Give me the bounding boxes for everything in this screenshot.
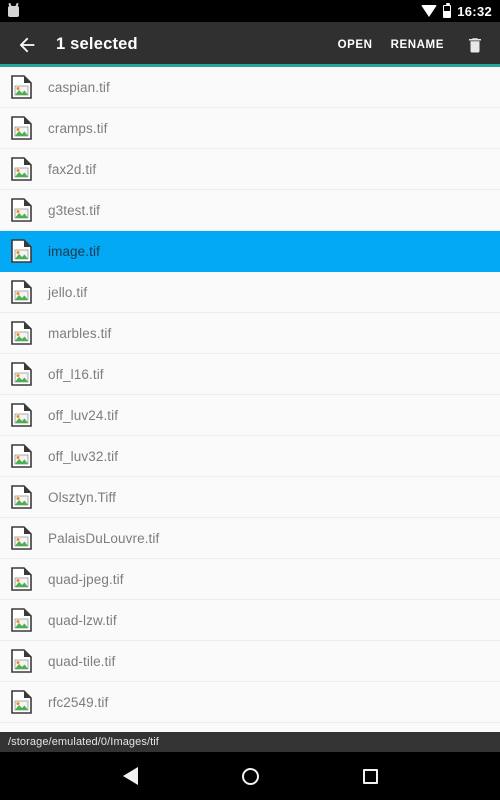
status-bar-right: 16:32 xyxy=(421,2,492,19)
file-list[interactable]: caspian.tif cramps.tif fax2d.tif g3test.tif… xyxy=(0,67,500,732)
back-button[interactable] xyxy=(12,30,42,60)
file-name-label: cramps.tif xyxy=(48,120,108,136)
file-list-item[interactable]: rfc2549.tif xyxy=(0,682,500,723)
file-list-item[interactable]: off_luv32.tif xyxy=(0,436,500,477)
image-file-icon xyxy=(11,239,32,263)
status-bar-clock: 16:32 xyxy=(457,3,492,19)
back-arrow-icon xyxy=(19,37,35,52)
file-list-item[interactable]: marbles.tif xyxy=(0,313,500,354)
file-name-label: rfc2549.tif xyxy=(48,694,109,710)
nav-home-icon xyxy=(241,767,259,785)
current-path-text: /storage/emulated/0/Images/tif xyxy=(8,736,159,748)
file-name-label: caspian.tif xyxy=(48,79,110,95)
status-bar-left xyxy=(8,5,421,17)
rename-button[interactable]: RENAME xyxy=(387,33,448,57)
action-mode-toolbar: 1 selected OPEN RENAME xyxy=(0,22,500,67)
delete-button[interactable] xyxy=(460,30,490,60)
file-list-item[interactable]: quad-tile.tif xyxy=(0,641,500,682)
file-name-label: off_l16.tif xyxy=(48,366,104,382)
file-list-item[interactable]: off_l16.tif xyxy=(0,354,500,395)
file-name-label: jello.tif xyxy=(48,284,88,300)
image-file-icon xyxy=(11,485,32,509)
file-list-item[interactable]: fax2d.tif xyxy=(0,149,500,190)
nav-home-button[interactable] xyxy=(232,758,268,794)
image-file-icon xyxy=(11,362,32,386)
image-file-icon xyxy=(11,280,32,304)
notification-icon xyxy=(8,5,19,17)
file-list-item[interactable]: quad-lzw.tif xyxy=(0,600,500,641)
image-file-icon xyxy=(11,444,32,468)
nav-recents-icon xyxy=(362,768,378,784)
file-list-item[interactable]: cramps.tif xyxy=(0,108,500,149)
status-bar: 16:32 xyxy=(0,0,500,22)
current-path-bar: /storage/emulated/0/Images/tif xyxy=(0,732,500,752)
image-file-icon xyxy=(11,649,32,673)
wifi-icon xyxy=(421,5,438,17)
image-file-icon xyxy=(11,75,32,99)
file-name-label: off_luv32.tif xyxy=(48,448,119,464)
open-button[interactable]: OPEN xyxy=(334,33,377,57)
image-file-icon xyxy=(11,608,32,632)
file-list-item[interactable]: g3test.tif xyxy=(0,190,500,231)
file-list-item[interactable]: off_luv24.tif xyxy=(0,395,500,436)
trash-icon xyxy=(469,37,481,52)
image-file-icon xyxy=(11,321,32,345)
nav-recents-button[interactable] xyxy=(352,758,388,794)
image-file-icon xyxy=(11,567,32,591)
battery-icon xyxy=(443,2,452,18)
file-name-label: marbles.tif xyxy=(48,325,112,341)
app-root: 16:32 1 selected OPEN RENAME caspian.tif… xyxy=(0,0,500,800)
nav-back-icon xyxy=(122,767,138,785)
selection-count-title: 1 selected xyxy=(56,35,138,53)
file-list-item[interactable]: image.tif xyxy=(0,231,500,272)
file-list-item[interactable]: jello.tif xyxy=(0,272,500,313)
file-list-item[interactable]: quad-jpeg.tif xyxy=(0,559,500,600)
android-navigation-bar xyxy=(0,752,500,800)
file-name-label: PalaisDuLouvre.tif xyxy=(48,530,160,546)
image-file-icon xyxy=(11,690,32,714)
file-name-label: g3test.tif xyxy=(48,202,101,218)
file-name-label: quad-lzw.tif xyxy=(48,612,117,628)
image-file-icon xyxy=(11,198,32,222)
file-name-label: fax2d.tif xyxy=(48,161,97,177)
file-name-label: off_luv24.tif xyxy=(48,407,119,423)
file-list-item[interactable]: caspian.tif xyxy=(0,67,500,108)
image-file-icon xyxy=(11,157,32,181)
file-name-label: Olsztyn.Tiff xyxy=(48,489,116,505)
file-name-label: quad-tile.tif xyxy=(48,653,116,669)
file-name-label: quad-jpeg.tif xyxy=(48,571,124,587)
file-list-item[interactable]: Olsztyn.Tiff xyxy=(0,477,500,518)
image-file-icon xyxy=(11,526,32,550)
file-list-item[interactable]: PalaisDuLouvre.tif xyxy=(0,518,500,559)
nav-back-button[interactable] xyxy=(112,758,148,794)
image-file-icon xyxy=(11,116,32,140)
image-file-icon xyxy=(11,403,32,427)
file-name-label: image.tif xyxy=(48,243,100,259)
